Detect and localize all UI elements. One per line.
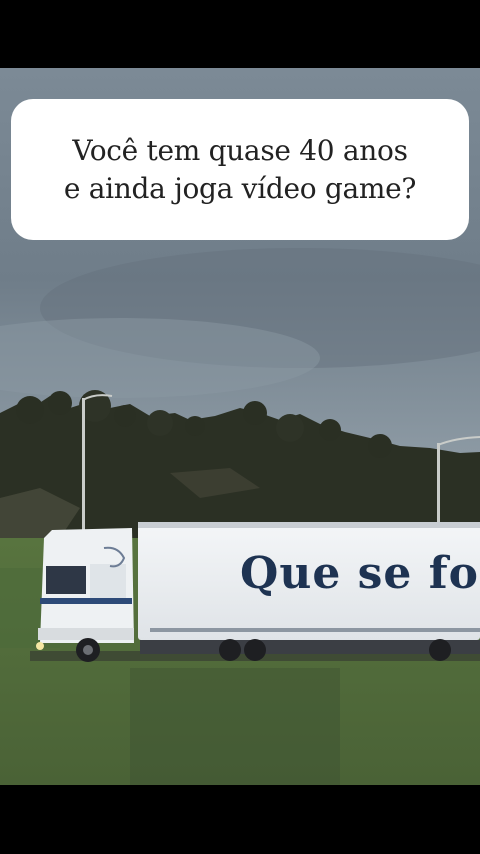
caption-line-1: Você tem quase 40 anos [72, 133, 408, 167]
truck-cab [36, 528, 134, 662]
caption-box: Você tem quase 40 anos e ainda joga víde… [11, 99, 469, 240]
street-lamp [82, 398, 85, 533]
street-lamp [437, 443, 440, 533]
trailer-lettering: Que se fo [240, 548, 479, 599]
caption-line-2: e ainda joga vídeo game? [63, 171, 417, 205]
video-frame: Que se fo Você tem quase 40 anos e ainda… [0, 0, 480, 854]
